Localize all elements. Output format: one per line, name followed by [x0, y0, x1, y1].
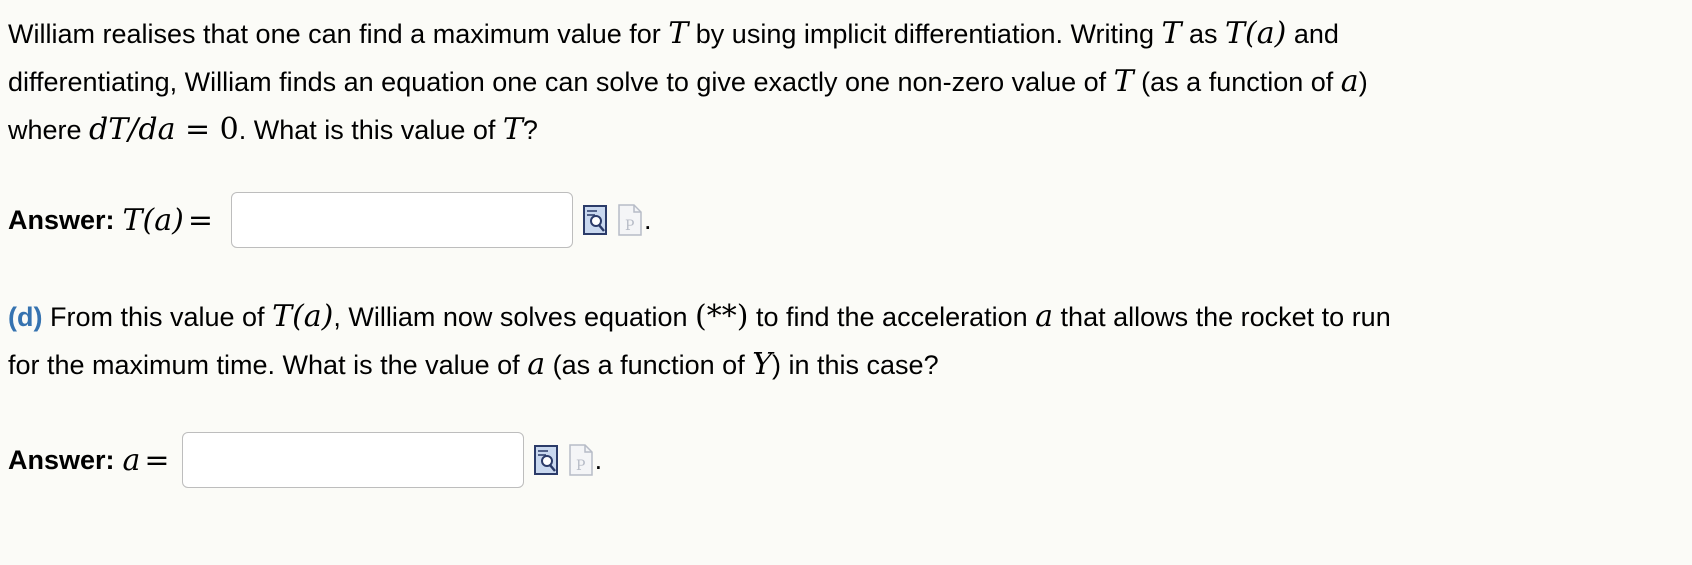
- part-d-text: that allows the rocket to run: [1053, 302, 1391, 332]
- math-T: T: [1113, 64, 1134, 99]
- math-a: a: [122, 442, 141, 478]
- part-d-text: to find the acceleration: [748, 302, 1036, 332]
- part-d-label: (d): [8, 302, 43, 332]
- part-c-line-2: differentiating, William finds an equati…: [8, 58, 1368, 106]
- formula-preview-icon[interactable]: P: [617, 203, 643, 237]
- part-d-line-1: (d) From this value of T(a), William now…: [8, 293, 1391, 341]
- trailing-period: .: [594, 444, 603, 475]
- math-equals-zero: = 0: [175, 112, 239, 147]
- part-d-text: for the maximum time. What is the value …: [8, 350, 528, 380]
- math-T-of-a: T(a): [272, 299, 334, 334]
- answer-c-row: Answer: T(a) = P .: [8, 190, 652, 250]
- part-c-text: where: [8, 115, 90, 145]
- answer-d-input[interactable]: [181, 432, 524, 488]
- answer-d-row: Answer: a = P .: [8, 430, 602, 490]
- answer-label: Answer:: [8, 444, 115, 475]
- part-c-line-1: William realises that one can find a max…: [8, 10, 1368, 58]
- math-Y: Y: [752, 347, 773, 382]
- preview-icon[interactable]: [582, 203, 609, 237]
- math-T-of-a: T(a): [1225, 16, 1287, 51]
- math-T-of-a: T(a): [122, 202, 184, 238]
- part-c-text: by using implicit differentiation. Writi…: [688, 19, 1162, 49]
- part-d-question: (d) From this value of T(a), William now…: [8, 293, 1391, 389]
- math-T: T: [1161, 16, 1182, 51]
- part-d-text: ) in this case?: [772, 350, 939, 380]
- svg-text:P: P: [576, 458, 585, 474]
- preview-icon[interactable]: [533, 443, 560, 477]
- part-d-text: From this value of: [42, 302, 273, 332]
- math-T: T: [502, 112, 523, 147]
- math-a: a: [1340, 64, 1359, 99]
- math-equals: =: [144, 442, 170, 478]
- formula-preview-icon[interactable]: P: [568, 443, 594, 477]
- math-a: a: [1035, 299, 1054, 334]
- part-c-question: William realises that one can find a max…: [8, 10, 1368, 154]
- svg-text:P: P: [625, 218, 634, 234]
- part-c-text: . What is this value of: [238, 115, 503, 145]
- part-c-text: William realises that one can find a max…: [8, 19, 669, 49]
- math-a: a: [527, 347, 546, 382]
- part-c-text: ): [1358, 67, 1368, 97]
- part-d-text: , William now solves equation: [333, 302, 696, 332]
- math-dT-da: dT/da: [89, 112, 176, 147]
- part-c-text: as: [1181, 19, 1226, 49]
- trailing-period: .: [643, 204, 652, 235]
- part-c-line-3: where dT/da = 0. What is this value of T…: [8, 106, 1368, 154]
- answer-c-input[interactable]: [230, 192, 573, 248]
- answer-label: Answer:: [8, 204, 115, 235]
- math-T: T: [668, 16, 689, 51]
- part-c-text: ?: [522, 115, 538, 145]
- part-c-text: differentiating, William finds an equati…: [8, 67, 1114, 97]
- part-c-text: and: [1286, 19, 1339, 49]
- part-d-text: (as a function of: [545, 350, 753, 380]
- part-d-line-2: for the maximum time. What is the value …: [8, 341, 1391, 389]
- part-c-text: (as a function of: [1133, 67, 1341, 97]
- equation-reference: (**): [695, 299, 749, 334]
- math-equals: =: [187, 202, 213, 238]
